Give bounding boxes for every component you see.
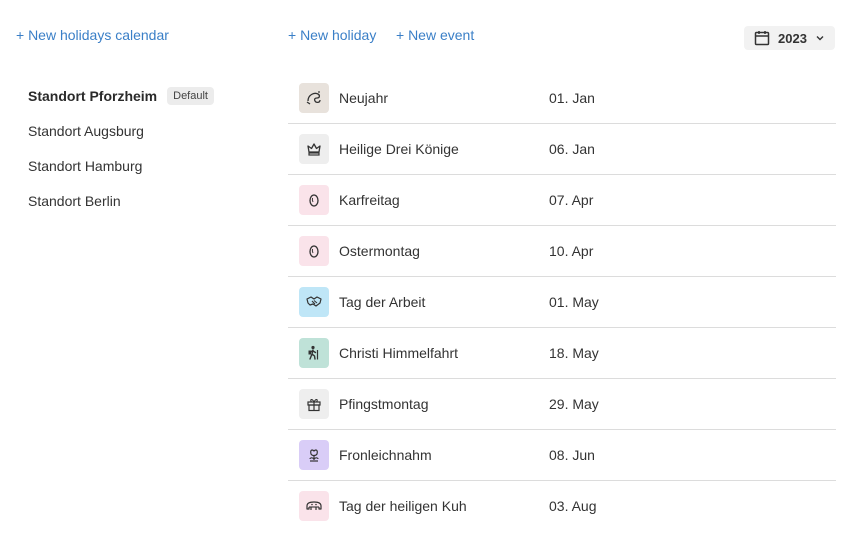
sidebar-item-label: Standort Augsburg xyxy=(28,122,144,139)
holidays-page: + New holidays calendar + New holiday + … xyxy=(0,0,846,536)
holiday-list: Neujahr 01. Jan Heilige Drei Könige 06. … xyxy=(288,73,836,531)
year-select[interactable]: 2023 xyxy=(744,26,835,50)
egg-icon xyxy=(299,236,329,266)
holiday-date: 18. May xyxy=(549,345,599,361)
holiday-name: Ostermontag xyxy=(339,243,420,259)
holiday-row[interactable]: Neujahr 01. Jan xyxy=(288,73,836,124)
flower-icon xyxy=(299,440,329,470)
holiday-date: 08. Jun xyxy=(549,447,595,463)
sidebar-item-pforzheim[interactable]: Standort Pforzheim Default xyxy=(28,78,268,113)
holiday-row[interactable]: Pfingstmontag 29. May xyxy=(288,379,836,430)
hiker-icon xyxy=(299,338,329,368)
holiday-row[interactable]: Ostermontag 10. Apr xyxy=(288,226,836,277)
holiday-date: 01. Jan xyxy=(549,90,595,106)
sidebar-item-berlin[interactable]: Standort Berlin xyxy=(28,183,268,218)
party-blower-icon xyxy=(299,83,329,113)
sidebar-item-label: Standort Hamburg xyxy=(28,157,143,174)
holiday-row[interactable]: Fronleichnahm 08. Jun xyxy=(288,430,836,481)
holiday-date: 03. Aug xyxy=(549,498,597,514)
egg-icon xyxy=(299,185,329,215)
sidebar-item-label: Standort Berlin xyxy=(28,192,121,209)
holiday-row[interactable]: Karfreitag 07. Apr xyxy=(288,175,836,226)
holiday-date: 07. Apr xyxy=(549,192,594,208)
holiday-row[interactable]: Tag der heiligen Kuh 03. Aug xyxy=(288,481,836,531)
holiday-date: 29. May xyxy=(549,396,599,412)
new-holiday-link[interactable]: + New holiday xyxy=(288,27,376,43)
holiday-name: Pfingstmontag xyxy=(339,396,429,412)
sidebar-item-hamburg[interactable]: Standort Hamburg xyxy=(28,148,268,183)
holiday-name: Heilige Drei Könige xyxy=(339,141,459,157)
cow-icon xyxy=(299,491,329,521)
holiday-date: 06. Jan xyxy=(549,141,595,157)
holiday-row[interactable]: Tag der Arbeit 01. May xyxy=(288,277,836,328)
crown-icon xyxy=(299,134,329,164)
holiday-name: Fronleichnahm xyxy=(339,447,432,463)
sidebar-item-label: Standort Pforzheim xyxy=(28,87,158,104)
year-value: 2023 xyxy=(778,30,807,46)
gift-icon xyxy=(299,389,329,419)
calendar-icon xyxy=(754,30,770,46)
holiday-name: Karfreitag xyxy=(339,192,400,208)
calendar-sidebar: Standort Pforzheim Default Standort Augs… xyxy=(28,78,268,218)
holiday-name: Christi Himmelfahrt xyxy=(339,345,459,361)
chevron-down-icon xyxy=(815,33,825,43)
holiday-date: 01. May xyxy=(549,294,599,310)
new-event-link[interactable]: + New event xyxy=(396,27,474,43)
holiday-name: Tag der heiligen Kuh xyxy=(339,498,467,514)
holiday-row[interactable]: Heilige Drei Könige 06. Jan xyxy=(288,124,836,175)
holiday-row[interactable]: Christi Himmelfahrt 18. May xyxy=(288,328,836,379)
holiday-name: Neujahr xyxy=(339,90,389,106)
new-holidays-calendar-link[interactable]: + New holidays calendar xyxy=(16,27,169,43)
handshake-icon xyxy=(299,287,329,317)
holiday-name: Tag der Arbeit xyxy=(339,294,426,310)
holiday-date: 10. Apr xyxy=(549,243,594,259)
sidebar-item-augsburg[interactable]: Standort Augsburg xyxy=(28,113,268,148)
default-badge: Default xyxy=(167,86,214,105)
